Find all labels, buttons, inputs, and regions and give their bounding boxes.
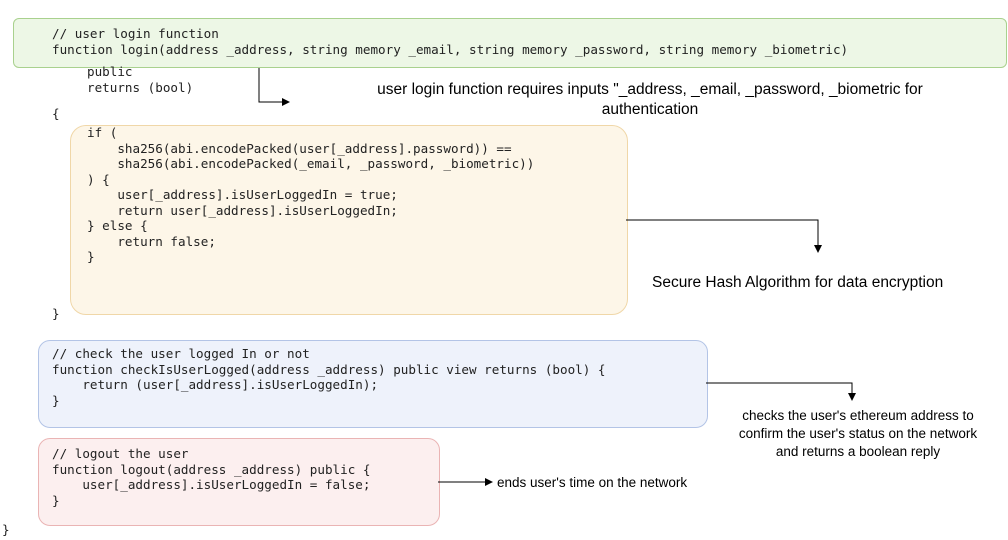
sha-arrow [626, 219, 822, 253]
check-arrow [706, 382, 856, 401]
connector-arrows [258, 68, 856, 486]
login-inputs-arrow [258, 68, 290, 106]
